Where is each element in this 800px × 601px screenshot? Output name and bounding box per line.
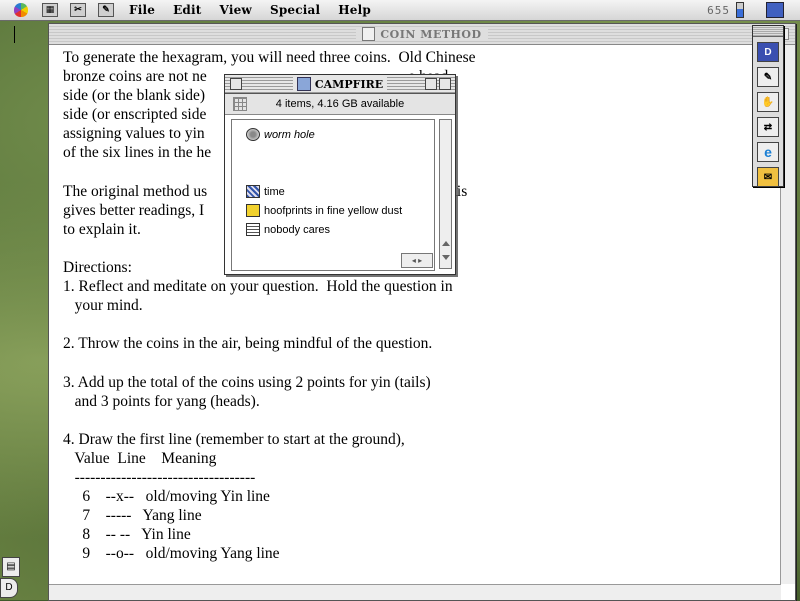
horizontal-scrollbar[interactable] (49, 584, 781, 600)
swap-tool-icon[interactable]: ⇄ (757, 117, 779, 137)
file-label: time (264, 185, 285, 198)
menu-bar: ▦ ✂ ✎ File Edit View Special Help 655 (0, 0, 800, 21)
edit-tool-icon[interactable]: ✎ (757, 67, 779, 87)
file-label: nobody cares (264, 223, 331, 236)
folder-vertical-scrollbar[interactable] (439, 119, 452, 269)
menu-bar-extras: 655 (707, 2, 800, 18)
app-switcher-icon[interactable]: ▦ (42, 3, 58, 17)
desktop-disk-icon[interactable]: D (0, 578, 18, 598)
hand-tool-icon[interactable]: ✋ (757, 92, 779, 112)
zoom-box[interactable] (425, 78, 437, 90)
campfire-titlebar[interactable]: CAMPFIRE (225, 75, 455, 94)
text-cursor (14, 26, 15, 43)
folder-info-text: 4 items, 4.16 GB available (275, 98, 405, 110)
menubar-clock[interactable]: 655 (707, 4, 730, 17)
document-icon (246, 185, 260, 198)
file-item-nobody-cares[interactable]: nobody cares (246, 223, 330, 236)
yellow-document-icon (246, 204, 260, 217)
disk-tool-icon[interactable]: D (757, 42, 779, 62)
menu-help[interactable]: Help (329, 3, 380, 17)
document-title-icon (362, 27, 376, 41)
browser-icon[interactable]: e (757, 142, 779, 162)
finder-icon[interactable] (766, 2, 784, 18)
folder-horizontal-scroll-arrows[interactable]: ◂ ▸ (401, 253, 433, 268)
document-titlebar[interactable]: COIN METHOD (49, 24, 795, 45)
menu-edit[interactable]: Edit (164, 3, 210, 17)
campfire-folder-window: CAMPFIRE 4 items, 4.16 GB available worm… (224, 74, 456, 275)
tool-palette: D ✎ ✋ ⇄ e ✉ (752, 25, 784, 187)
campfire-title: CAMPFIRE (314, 77, 384, 91)
icon-view-icon (233, 97, 247, 111)
file-label: worm hole (264, 128, 315, 141)
document-title: COIN METHOD (380, 27, 482, 41)
document-title-wrap: COIN METHOD (356, 27, 488, 41)
folder-info-bar: 4 items, 4.16 GB available (225, 94, 455, 115)
windowshade-box[interactable] (439, 78, 451, 90)
menu-special[interactable]: Special (261, 3, 329, 17)
desktop-document-icon[interactable]: ▤ (2, 557, 20, 577)
mail-icon[interactable]: ✉ (757, 167, 779, 187)
file-item-time[interactable]: time (246, 185, 285, 198)
campfire-title-wrap: CAMPFIRE (292, 77, 388, 91)
file-item-worm-hole[interactable]: worm hole (246, 128, 315, 141)
palette-titlebar[interactable] (753, 26, 783, 37)
file-label: hoofprints in fine yellow dust (264, 204, 403, 217)
file-list: worm hole time hoofprints in fine yellow… (231, 119, 435, 271)
close-box[interactable] (230, 78, 242, 90)
menu-file[interactable]: File (120, 3, 164, 17)
pencil-app-icon[interactable]: ✎ (98, 3, 114, 17)
battery-icon[interactable] (736, 2, 744, 18)
scissors-icon[interactable]: ✂ (70, 3, 86, 17)
menu-view[interactable]: View (211, 3, 261, 17)
worm-hole-icon (246, 128, 260, 141)
apple-menu-icon[interactable] (14, 3, 28, 17)
text-document-icon (246, 223, 260, 236)
file-item-hoofprints[interactable]: hoofprints in fine yellow dust (246, 204, 402, 217)
folder-icon (296, 77, 311, 91)
